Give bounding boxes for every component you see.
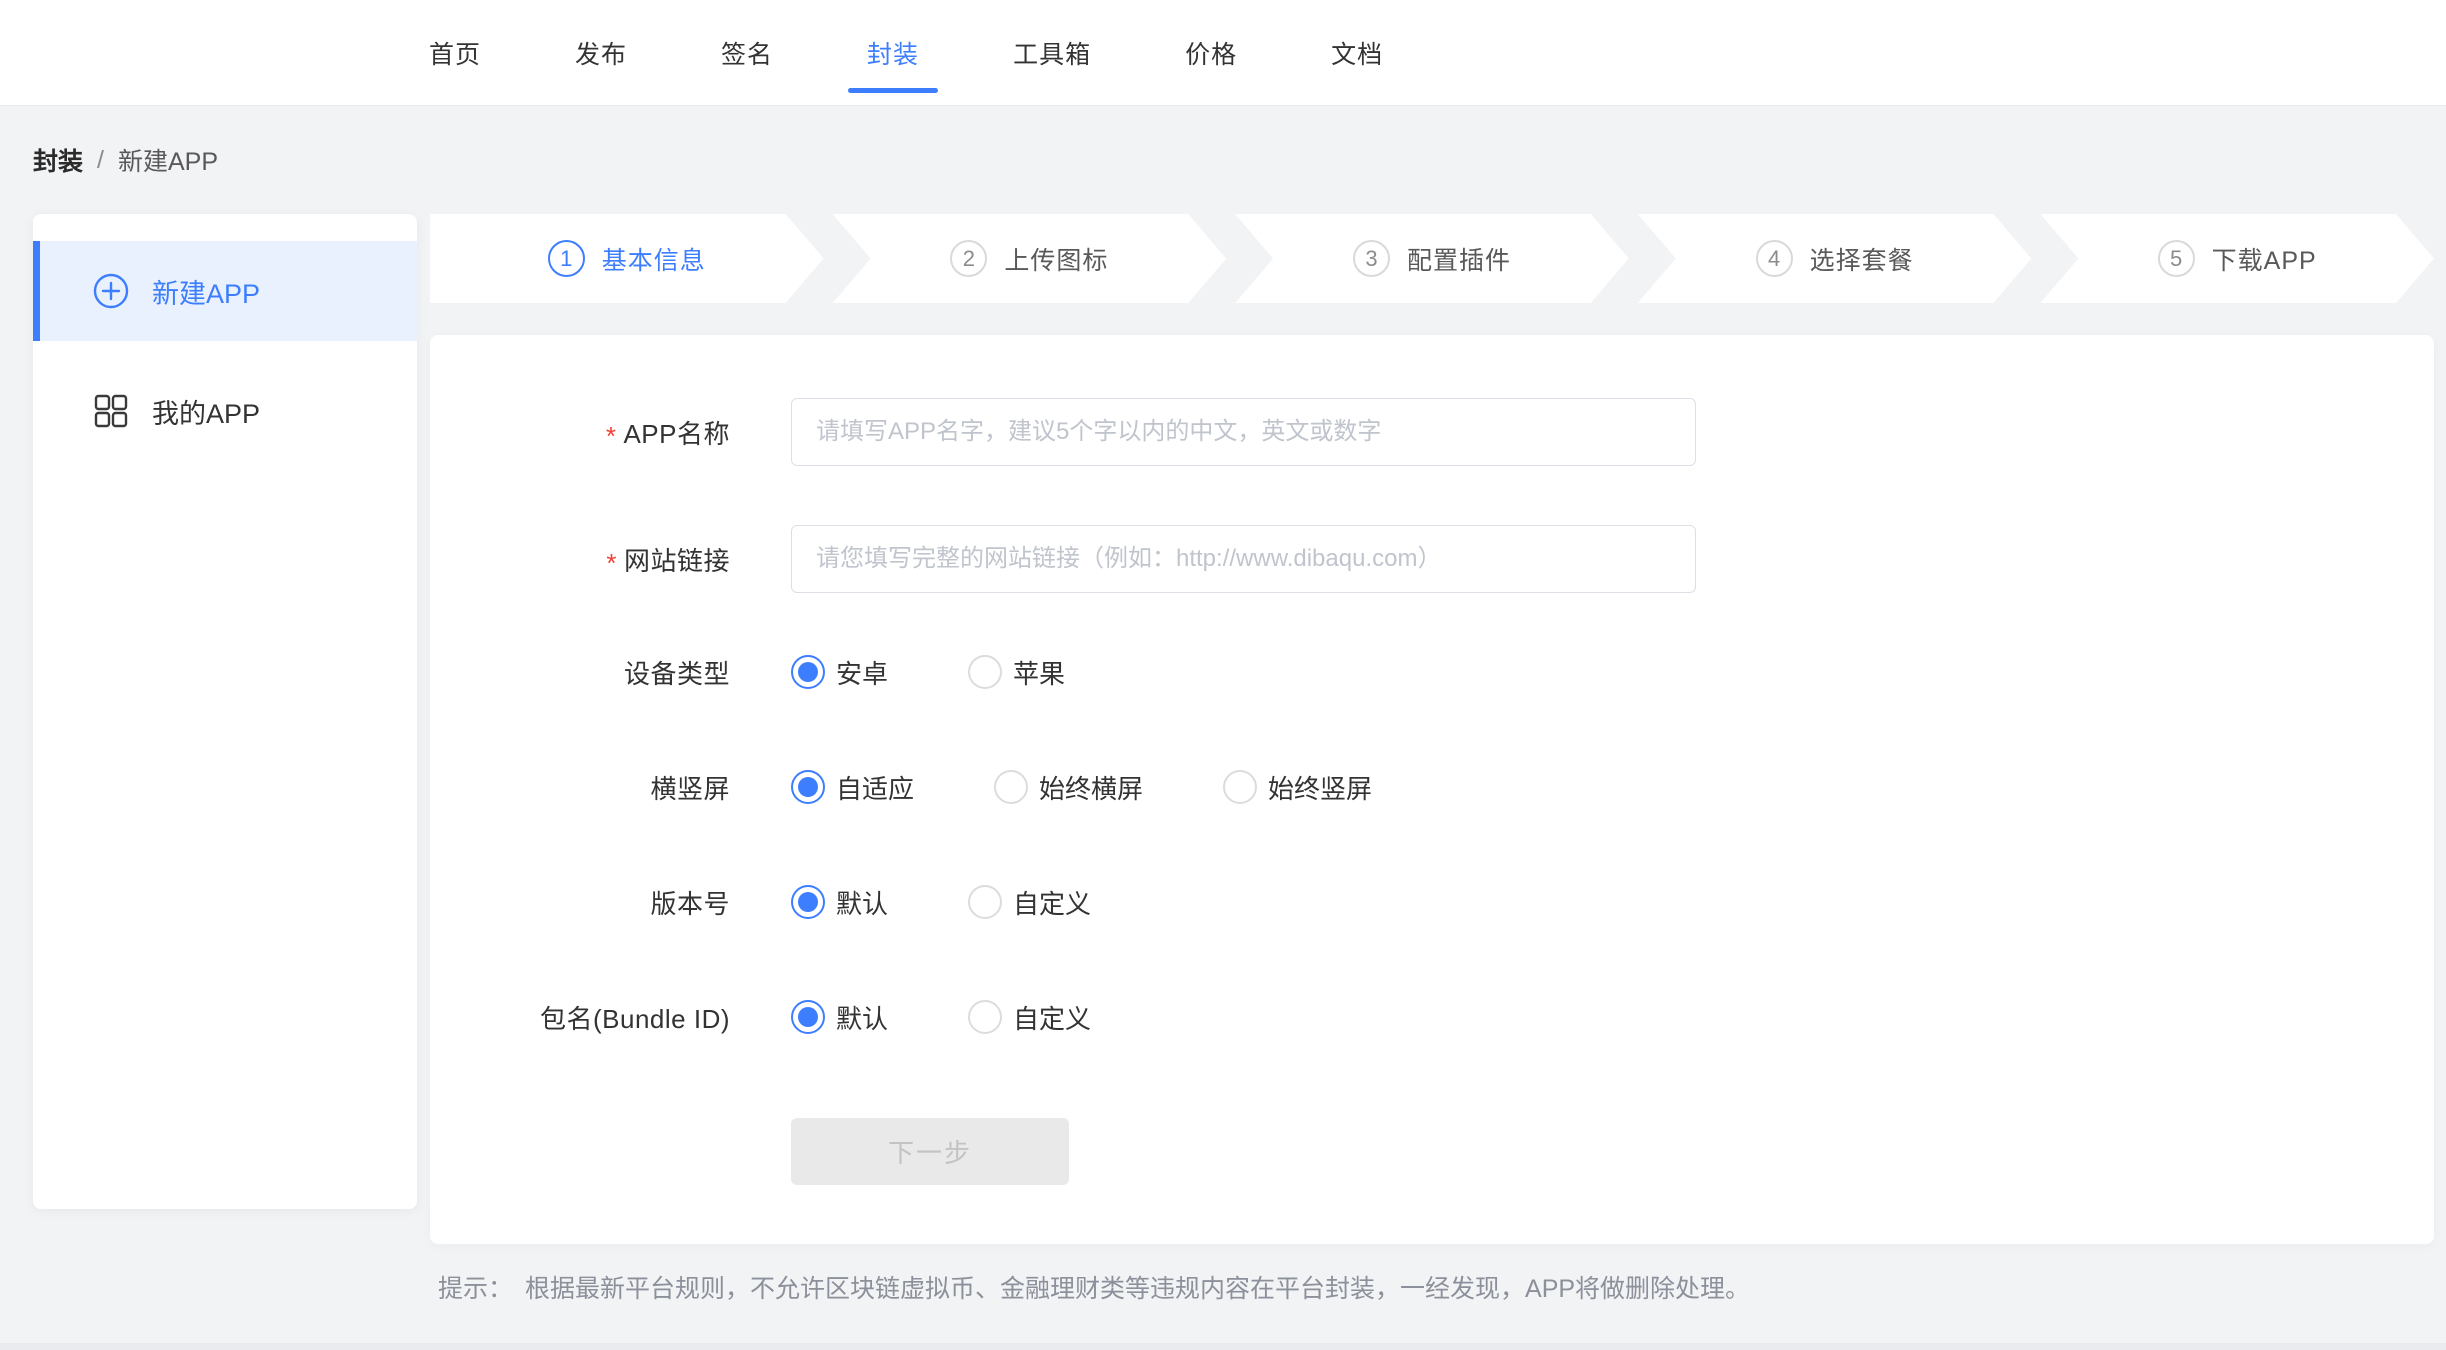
radio-bundle-default[interactable]: 默认 <box>791 999 888 1036</box>
step-number-badge: 4 <box>1756 240 1793 277</box>
field-label: * 网站链接 <box>430 541 730 578</box>
nav-tab-signature[interactable]: 签名 <box>721 0 773 105</box>
nav-tab-pricing[interactable]: 价格 <box>1185 0 1237 105</box>
radio-android[interactable]: 安卓 <box>791 654 888 691</box>
hint-prefix: 提示： <box>438 1269 513 1305</box>
grid-icon <box>93 393 129 429</box>
plus-circle-icon <box>93 273 129 309</box>
submit-row: 下一步 <box>430 1118 2434 1185</box>
step-label: 配置插件 <box>1407 241 1511 277</box>
form-row-bundle-id: 包名(Bundle ID) 默认 自定义 <box>430 997 2434 1037</box>
step-number-badge: 3 <box>1353 240 1390 277</box>
step-configure-plugins: 3 配置插件 <box>1235 214 1629 303</box>
radio-icon <box>994 770 1028 804</box>
app-name-input[interactable] <box>791 398 1696 466</box>
radio-icon <box>968 1000 1002 1034</box>
radio-version-custom[interactable]: 自定义 <box>968 884 1091 921</box>
radio-ios[interactable]: 苹果 <box>968 654 1065 691</box>
main-panel: 1 基本信息 2 上传图标 3 配置插件 4 选择套餐 5 下载APP <box>430 214 2434 1305</box>
form-row-orientation: 横竖屏 自适应 始终横屏 始终竖屏 <box>430 767 2434 807</box>
sidebar-item-my-apps[interactable]: 我的APP <box>33 361 417 461</box>
step-download-app: 5 下载APP <box>2040 214 2434 303</box>
step-number-badge: 5 <box>2158 240 2195 277</box>
field-label: 版本号 <box>430 884 730 921</box>
sidebar-item-label: 新建APP <box>152 272 260 311</box>
form-row-website-url: * 网站链接 <box>430 525 2434 593</box>
radio-orientation-auto[interactable]: 自适应 <box>791 769 914 806</box>
website-url-input[interactable] <box>791 525 1696 593</box>
field-label: * APP名称 <box>430 414 730 451</box>
required-marker: * <box>606 415 617 449</box>
sidebar-item-label: 我的APP <box>152 392 260 431</box>
radio-icon <box>791 655 825 689</box>
nav-tab-publish[interactable]: 发布 <box>575 0 627 105</box>
radio-icon <box>1223 770 1257 804</box>
step-label: 选择套餐 <box>1810 241 1914 277</box>
breadcrumb-separator: / <box>97 146 104 175</box>
form-row-app-name: * APP名称 <box>430 398 2434 466</box>
step-wizard: 1 基本信息 2 上传图标 3 配置插件 4 选择套餐 5 下载APP <box>430 214 2434 303</box>
footer-divider <box>0 1343 2446 1350</box>
form-row-device-type: 设备类型 安卓 苹果 <box>430 652 2434 692</box>
basic-info-form: * APP名称 * 网站链接 设备类型 <box>430 335 2434 1244</box>
top-navbar: 首页 发布 签名 封装 工具箱 价格 文档 <box>0 0 2446 106</box>
radio-orientation-landscape[interactable]: 始终横屏 <box>994 769 1143 806</box>
form-row-version: 版本号 默认 自定义 <box>430 882 2434 922</box>
platform-rule-hint: 提示： 根据最新平台规则，不允许区块链虚拟币、金融理财类等违规内容在平台封装，一… <box>438 1269 2434 1305</box>
next-step-button[interactable]: 下一步 <box>791 1118 1069 1185</box>
radio-icon <box>791 1000 825 1034</box>
step-label: 上传图标 <box>1004 241 1108 277</box>
breadcrumb-page: 新建APP <box>118 142 218 178</box>
step-number-badge: 2 <box>950 240 987 277</box>
radio-icon <box>791 885 825 919</box>
field-label: 横竖屏 <box>430 769 730 806</box>
breadcrumb: 封装 / 新建APP <box>0 106 2446 214</box>
radio-orientation-portrait[interactable]: 始终竖屏 <box>1223 769 1372 806</box>
content-area: 新建APP 我的APP 1 基本信息 2 上传图标 <box>0 214 2446 1305</box>
step-basic-info: 1 基本信息 <box>430 214 824 303</box>
radio-icon <box>791 770 825 804</box>
nav-tab-toolbox[interactable]: 工具箱 <box>1013 0 1091 105</box>
required-marker: * <box>606 542 617 576</box>
step-label: 基本信息 <box>602 241 706 277</box>
step-select-plan: 4 选择套餐 <box>1638 214 2032 303</box>
sidebar: 新建APP 我的APP <box>33 214 417 1209</box>
radio-icon <box>968 885 1002 919</box>
hint-text: 根据最新平台规则，不允许区块链虚拟币、金融理财类等违规内容在平台封装，一经发现，… <box>525 1269 1750 1305</box>
sidebar-item-new-app[interactable]: 新建APP <box>33 241 417 341</box>
breadcrumb-section[interactable]: 封装 <box>33 142 83 178</box>
field-label: 设备类型 <box>430 654 730 691</box>
radio-icon <box>968 655 1002 689</box>
step-label: 下载APP <box>2212 241 2317 277</box>
step-number-badge: 1 <box>548 240 585 277</box>
nav-tab-packaging[interactable]: 封装 <box>867 0 919 105</box>
nav-tab-docs[interactable]: 文档 <box>1331 0 1383 105</box>
radio-version-default[interactable]: 默认 <box>791 884 888 921</box>
field-label: 包名(Bundle ID) <box>430 999 730 1036</box>
radio-bundle-custom[interactable]: 自定义 <box>968 999 1091 1036</box>
step-upload-icon: 2 上传图标 <box>833 214 1227 303</box>
nav-tab-home[interactable]: 首页 <box>429 0 481 105</box>
